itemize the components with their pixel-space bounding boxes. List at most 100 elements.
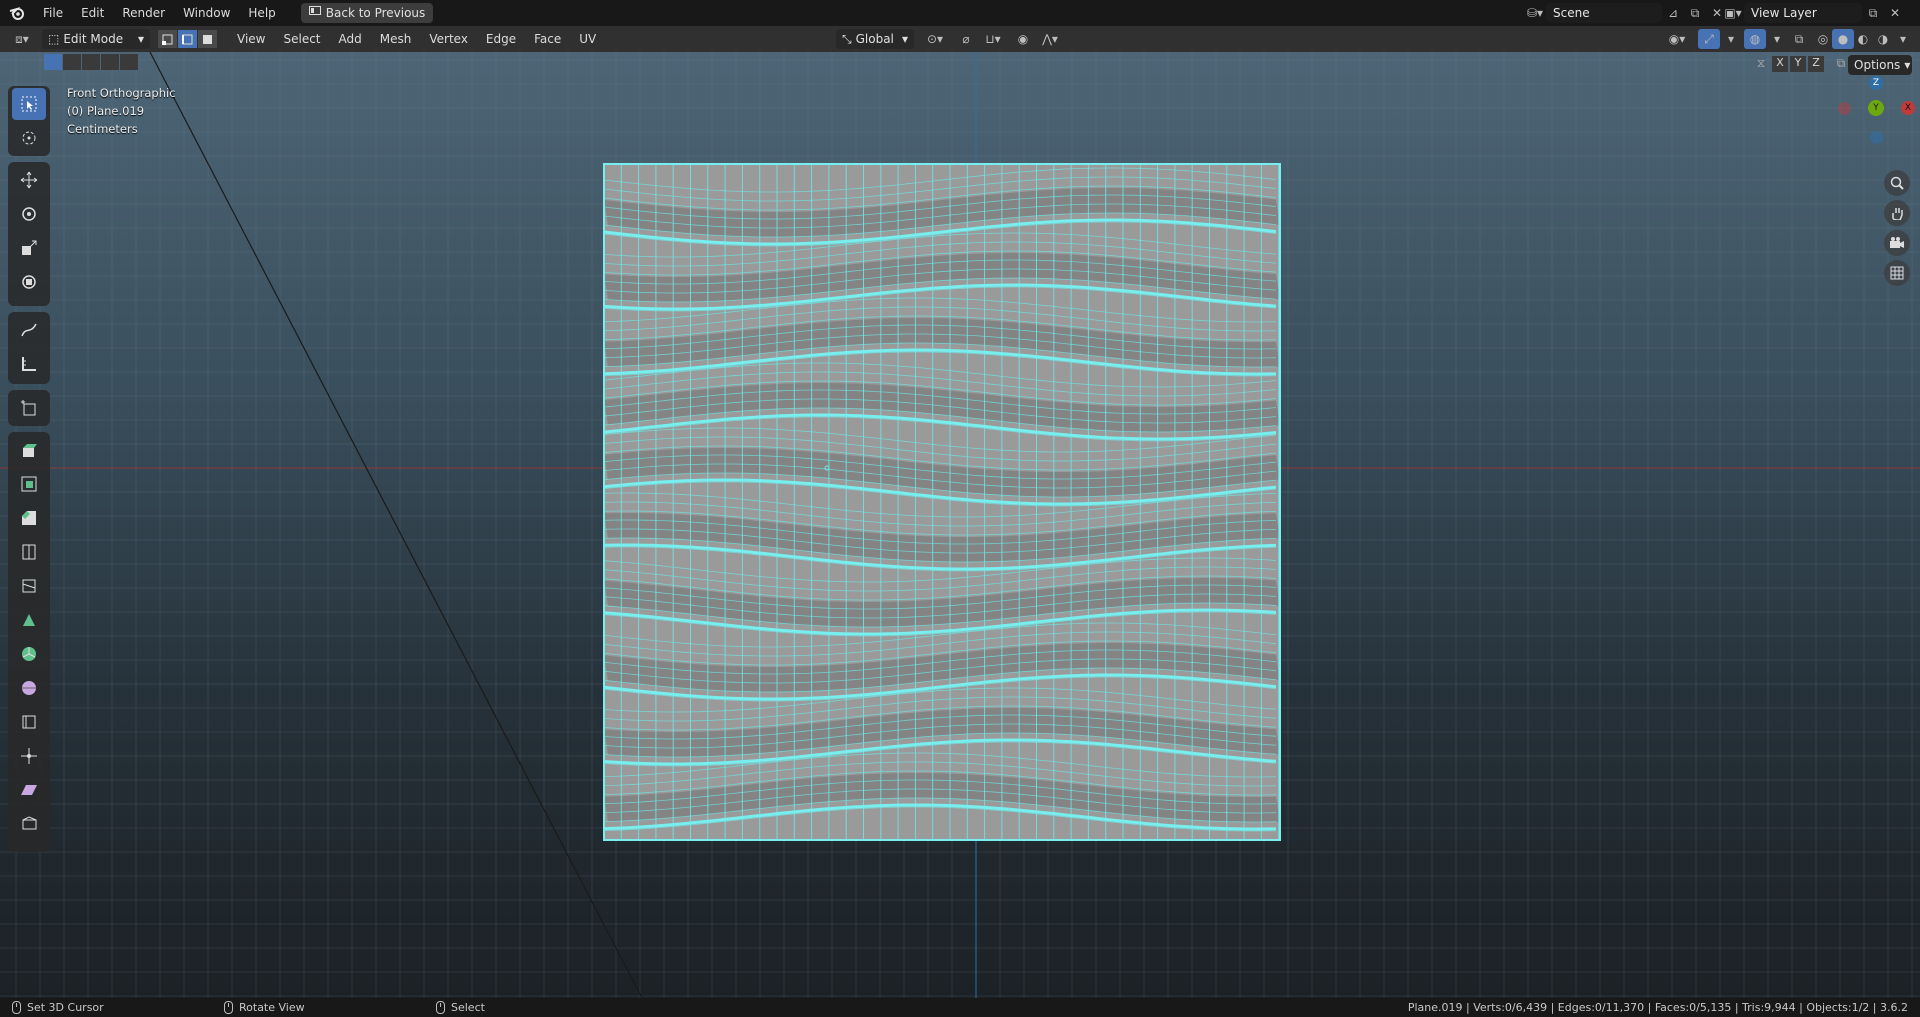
face-select-icon[interactable] — [198, 30, 217, 48]
view-layer-icon[interactable]: ▣▾ — [1722, 3, 1744, 23]
gizmo-neg-x-axis[interactable] — [1838, 102, 1851, 115]
pivot-point-icon[interactable]: ⊙▾ — [920, 29, 950, 49]
select-invert-icon[interactable] — [101, 54, 119, 70]
falloff-icon[interactable]: ⋀▾ — [1036, 29, 1064, 49]
menu-edit[interactable]: Edit — [72, 0, 113, 26]
screen-icon — [308, 6, 321, 20]
shrink-fatten-icon[interactable] — [12, 740, 46, 772]
solid-shading-icon[interactable]: ● — [1832, 29, 1854, 49]
rotate-icon[interactable] — [12, 198, 46, 230]
menu-window[interactable]: Window — [174, 0, 239, 26]
view-layer-field[interactable]: View Layer — [1744, 3, 1862, 23]
view-layer-selector: ▣▾ View Layer ⧉ ✕ — [1722, 3, 1906, 23]
options-label: Options — [1854, 58, 1901, 72]
menu-render[interactable]: Render — [113, 0, 174, 26]
object-name-label: (0) Plane.019 — [67, 104, 145, 118]
mouse-middle-icon — [224, 1001, 233, 1014]
scene-name: Scene — [1553, 6, 1590, 20]
editor-type-icon[interactable]: ⧈▾ — [8, 29, 36, 49]
mirror-y-toggle[interactable]: Y — [1790, 56, 1806, 72]
gizmo-y-axis[interactable]: Y — [1868, 100, 1884, 116]
shear-icon[interactable] — [12, 774, 46, 806]
new-scene-icon[interactable]: ⧉ — [1684, 3, 1706, 23]
overlays-toggle-icon[interactable]: ◍ — [1744, 29, 1766, 49]
new-view-layer-icon[interactable]: ⧉ — [1862, 3, 1884, 23]
transform-orientation-dropdown[interactable]: ⤡ Global ▾ — [836, 29, 914, 49]
add-cube-icon[interactable] — [12, 392, 46, 424]
extrude-icon[interactable] — [12, 434, 46, 466]
edge-slide-icon[interactable] — [12, 706, 46, 738]
bevel-icon[interactable] — [12, 502, 46, 534]
menu-view[interactable]: View — [228, 32, 274, 46]
select-subtract-icon[interactable] — [82, 54, 100, 70]
visibility-icon[interactable]: ◉▾ — [1662, 29, 1692, 49]
view-name-label: Front Orthographic — [67, 86, 176, 100]
smooth-icon[interactable] — [12, 672, 46, 704]
scene-icon[interactable]: ⛁▾ — [1524, 3, 1546, 23]
snap-toggle-icon[interactable]: ⌀ — [955, 29, 977, 49]
mirror-icon: ⧖ — [1756, 56, 1766, 70]
gizmo-z-axis[interactable]: Z — [1869, 76, 1883, 90]
mirror-x-toggle[interactable]: X — [1772, 56, 1788, 72]
menu-add[interactable]: Add — [330, 32, 371, 46]
select-intersect-icon[interactable] — [120, 54, 138, 70]
cursor-icon[interactable] — [12, 122, 46, 154]
rendered-shading-icon[interactable]: ◑ — [1872, 29, 1894, 49]
menu-mesh[interactable]: Mesh — [371, 32, 421, 46]
knife-icon[interactable] — [12, 570, 46, 602]
chevron-down-icon[interactable]: ▾ — [1720, 29, 1742, 49]
loop-cut-icon[interactable] — [12, 536, 46, 568]
wave-plane-mesh[interactable] — [603, 163, 1281, 841]
menu-uv[interactable]: UV — [570, 32, 605, 46]
chevron-down-icon[interactable]: ▾ — [1766, 29, 1788, 49]
select-new-icon[interactable] — [44, 54, 62, 70]
transform-icon[interactable] — [12, 266, 46, 298]
rip-icon[interactable] — [12, 808, 46, 840]
proportional-edit-icon[interactable]: ◉ — [1012, 29, 1034, 49]
inset-icon[interactable] — [12, 468, 46, 500]
move-icon[interactable] — [12, 164, 46, 196]
menu-help[interactable]: Help — [239, 0, 284, 26]
gizmo-neg-z-axis[interactable] — [1870, 131, 1883, 144]
navigation-gizmo[interactable]: Z Y X — [1820, 72, 1915, 162]
hint-rotate-view: Rotate View — [224, 1001, 305, 1014]
material-shading-icon[interactable]: ◐ — [1852, 29, 1874, 49]
menu-select[interactable]: Select — [274, 32, 329, 46]
select-box-icon[interactable] — [12, 88, 46, 120]
gizmo-toggle-icon[interactable]: ⤢ — [1698, 29, 1720, 49]
menu-face[interactable]: Face — [525, 32, 570, 46]
toolbar-add-group — [8, 390, 50, 426]
scene-name-field[interactable]: Scene — [1546, 3, 1662, 23]
select-extend-icon[interactable] — [63, 54, 81, 70]
menu-file[interactable]: File — [34, 0, 72, 26]
back-to-previous-label: Back to Previous — [325, 6, 426, 20]
spin-icon[interactable] — [12, 638, 46, 670]
mirror-axes: ⧖ X Y Z ⧉ — [1752, 56, 1850, 72]
close-view-layer-icon[interactable]: ✕ — [1884, 3, 1906, 23]
3d-viewport[interactable]: Front Orthographic (0) Plane.019 Centime… — [0, 52, 1920, 998]
wireframe-shading-icon[interactable]: ◎ — [1812, 29, 1834, 49]
hint-select-label: Select — [451, 1001, 485, 1014]
edge-select-icon[interactable] — [178, 30, 197, 48]
scale-icon[interactable] — [12, 232, 46, 264]
xray-toggle-icon[interactable]: ⧉ — [1788, 29, 1810, 49]
blender-logo-icon[interactable] — [0, 0, 34, 26]
scene-selector: ⛁▾ Scene ⊿ ⧉ ✕ — [1524, 3, 1728, 23]
camera-icon[interactable] — [1884, 230, 1910, 256]
measure-icon[interactable] — [12, 348, 46, 380]
back-to-previous-button[interactable]: Back to Previous — [300, 3, 434, 23]
menu-vertex[interactable]: Vertex — [420, 32, 477, 46]
mode-dropdown[interactable]: ⬚ Edit Mode ▾ — [42, 29, 150, 49]
chevron-down-icon[interactable]: ▾ — [1892, 29, 1914, 49]
annotate-icon[interactable] — [12, 314, 46, 346]
zoom-icon[interactable] — [1884, 170, 1910, 196]
poly-build-icon[interactable] — [12, 604, 46, 636]
pin-icon[interactable]: ⊿ — [1662, 3, 1684, 23]
mirror-z-toggle[interactable]: Z — [1808, 56, 1824, 72]
gizmo-x-axis[interactable]: X — [1901, 101, 1915, 115]
snap-target-icon[interactable]: ⊔▾ — [978, 29, 1008, 49]
pan-hand-icon[interactable] — [1884, 200, 1910, 226]
menu-edge[interactable]: Edge — [477, 32, 525, 46]
vertex-select-icon[interactable] — [158, 30, 177, 48]
grid-view-icon[interactable] — [1884, 260, 1910, 286]
